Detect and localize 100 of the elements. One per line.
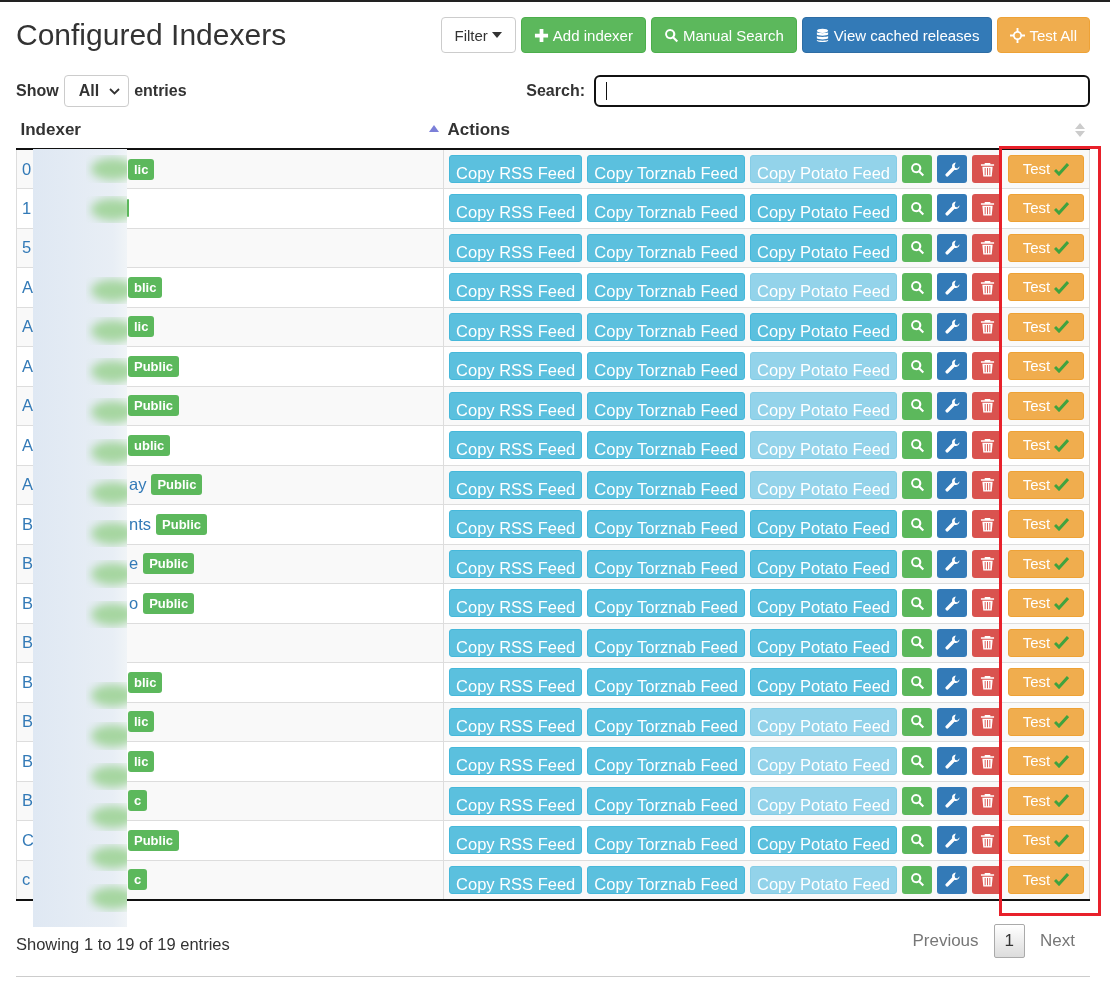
delete-button[interactable] bbox=[972, 786, 1002, 815]
test-button[interactable]: Test bbox=[1008, 273, 1084, 302]
search-button[interactable] bbox=[902, 826, 932, 855]
copy-feed-button[interactable]: Copy Torznab Feed bbox=[587, 865, 745, 894]
copy-feed-button[interactable]: Copy Potato Feed bbox=[750, 312, 897, 341]
search-button[interactable] bbox=[902, 707, 932, 736]
copy-feed-button[interactable]: Copy RSS Feed bbox=[449, 510, 583, 539]
configure-button[interactable] bbox=[937, 628, 967, 657]
search-button[interactable] bbox=[902, 668, 932, 697]
copy-feed-button[interactable]: Copy RSS Feed bbox=[449, 865, 583, 894]
configure-button[interactable] bbox=[937, 865, 967, 894]
column-header[interactable]: Indexer bbox=[20, 120, 81, 140]
indexer-name-link[interactable]: A bbox=[22, 435, 34, 455]
delete-button[interactable] bbox=[972, 391, 1002, 420]
copy-feed-button[interactable]: Copy Torznab Feed bbox=[587, 273, 745, 302]
copy-feed-button[interactable]: Copy Potato Feed bbox=[750, 668, 897, 697]
search-button[interactable] bbox=[902, 431, 932, 460]
delete-button[interactable] bbox=[972, 155, 1002, 183]
copy-feed-button[interactable]: Copy Torznab Feed bbox=[587, 747, 745, 776]
toolbar-button[interactable]: Add indexer bbox=[520, 17, 646, 53]
copy-feed-button[interactable]: Copy Torznab Feed bbox=[587, 391, 745, 420]
delete-button[interactable] bbox=[972, 312, 1002, 341]
test-button[interactable]: Test bbox=[1008, 391, 1084, 420]
configure-button[interactable] bbox=[937, 273, 967, 302]
copy-feed-button[interactable]: Copy RSS Feed bbox=[449, 194, 583, 223]
configure-button[interactable] bbox=[937, 470, 967, 499]
indexer-name-link[interactable]: B bbox=[22, 712, 34, 732]
copy-feed-button[interactable]: Copy Torznab Feed bbox=[587, 352, 745, 381]
indexer-name-link[interactable]: e bbox=[129, 554, 139, 574]
search-button[interactable] bbox=[902, 628, 932, 657]
delete-button[interactable] bbox=[972, 865, 1002, 894]
search-button[interactable] bbox=[902, 747, 932, 776]
copy-feed-button[interactable]: Copy Torznab Feed bbox=[587, 233, 745, 262]
filter-dropdown[interactable]: Filter bbox=[440, 17, 516, 53]
indexer-name-link[interactable]: A bbox=[22, 277, 34, 297]
delete-button[interactable] bbox=[972, 194, 1002, 223]
copy-feed-button[interactable]: Copy Torznab Feed bbox=[587, 786, 745, 815]
test-button[interactable]: Test bbox=[1008, 155, 1084, 183]
copy-feed-button[interactable]: Copy RSS Feed bbox=[449, 589, 583, 618]
search-button[interactable] bbox=[902, 194, 932, 223]
copy-feed-button[interactable]: Copy Potato Feed bbox=[750, 233, 897, 262]
indexer-name-link[interactable]: 1 bbox=[22, 198, 34, 218]
delete-button[interactable] bbox=[972, 707, 1002, 736]
indexer-name-link[interactable]: nts bbox=[129, 514, 151, 534]
copy-feed-button[interactable]: Copy Torznab Feed bbox=[587, 312, 745, 341]
delete-button[interactable] bbox=[972, 549, 1002, 578]
indexer-name-link[interactable]: B bbox=[22, 593, 34, 613]
test-button[interactable]: Test bbox=[1008, 194, 1084, 223]
search-button[interactable] bbox=[902, 391, 932, 420]
indexer-name-link[interactable]: A bbox=[22, 396, 34, 416]
test-button[interactable]: Test bbox=[1008, 470, 1084, 499]
copy-feed-button[interactable]: Copy Torznab Feed bbox=[587, 194, 745, 223]
delete-button[interactable] bbox=[972, 747, 1002, 776]
indexer-name-link[interactable]: B bbox=[22, 672, 34, 692]
delete-button[interactable] bbox=[972, 233, 1002, 262]
indexer-name-link[interactable]: 0 bbox=[22, 159, 34, 179]
test-button[interactable]: Test bbox=[1008, 510, 1084, 539]
configure-button[interactable] bbox=[937, 589, 967, 618]
indexer-name-link[interactable]: C bbox=[22, 830, 34, 850]
copy-feed-button[interactable]: Copy RSS Feed bbox=[449, 549, 583, 578]
copy-feed-button[interactable]: Copy Torznab Feed bbox=[587, 628, 745, 657]
test-button[interactable]: Test bbox=[1008, 865, 1084, 894]
indexer-name-link[interactable]: c bbox=[22, 870, 34, 889]
copy-feed-button[interactable]: Copy RSS Feed bbox=[449, 391, 583, 420]
delete-button[interactable] bbox=[972, 826, 1002, 855]
entries-select[interactable]: All bbox=[63, 75, 130, 107]
delete-button[interactable] bbox=[972, 273, 1002, 302]
search-button[interactable] bbox=[902, 233, 932, 262]
indexer-name-link[interactable]: B bbox=[22, 554, 34, 574]
copy-feed-button[interactable]: Copy RSS Feed bbox=[449, 312, 583, 341]
test-button[interactable]: Test bbox=[1008, 352, 1084, 381]
copy-feed-button[interactable]: Copy Torznab Feed bbox=[587, 707, 745, 736]
configure-button[interactable] bbox=[937, 312, 967, 341]
test-button[interactable]: Test bbox=[1008, 549, 1084, 578]
indexer-name-link[interactable]: A bbox=[22, 475, 34, 495]
copy-feed-button[interactable]: Copy RSS Feed bbox=[449, 431, 583, 460]
configure-button[interactable] bbox=[937, 747, 967, 776]
indexer-name-link[interactable]: A bbox=[22, 356, 34, 376]
delete-button[interactable] bbox=[972, 470, 1002, 499]
indexer-name-link[interactable]: ay bbox=[129, 475, 147, 495]
search-button[interactable] bbox=[902, 352, 932, 381]
column-header[interactable]: Actions bbox=[447, 120, 510, 140]
configure-button[interactable] bbox=[937, 786, 967, 815]
test-button[interactable]: Test bbox=[1008, 233, 1084, 262]
indexer-name-link[interactable]: 5 bbox=[22, 238, 34, 258]
copy-feed-button[interactable]: Copy RSS Feed bbox=[449, 668, 583, 697]
configure-button[interactable] bbox=[937, 826, 967, 855]
copy-feed-button[interactable]: Copy RSS Feed bbox=[449, 707, 583, 736]
search-button[interactable] bbox=[902, 549, 932, 578]
delete-button[interactable] bbox=[972, 589, 1002, 618]
indexer-name-link[interactable]: B bbox=[22, 514, 34, 534]
indexer-name-link[interactable]: o bbox=[129, 593, 139, 613]
copy-feed-button[interactable]: Copy Torznab Feed bbox=[587, 155, 745, 183]
copy-feed-button[interactable]: Copy Torznab Feed bbox=[587, 549, 745, 578]
indexer-name-link[interactable]: B bbox=[22, 751, 34, 771]
search-button[interactable] bbox=[902, 589, 932, 618]
copy-feed-button[interactable]: Copy Potato Feed bbox=[750, 628, 897, 657]
indexer-name-link[interactable]: B bbox=[22, 633, 34, 653]
search-button[interactable] bbox=[902, 155, 932, 183]
copy-feed-button[interactable]: Copy RSS Feed bbox=[449, 155, 583, 183]
